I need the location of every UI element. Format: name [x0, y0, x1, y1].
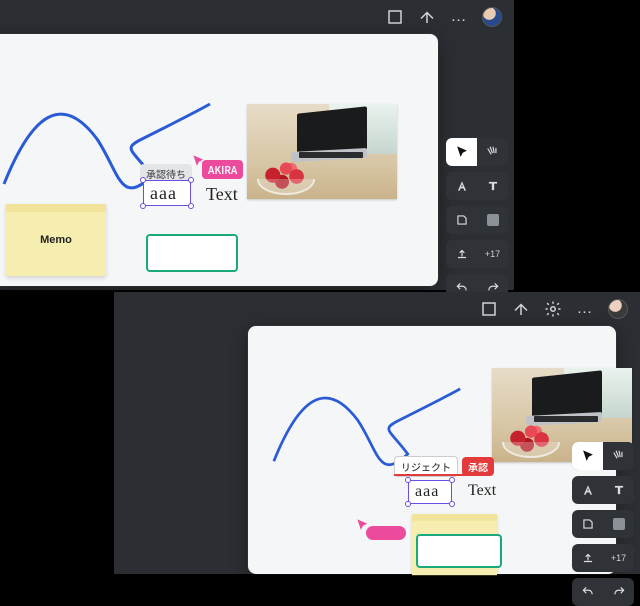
tool-row-share: +17 [446, 240, 508, 268]
text-tool[interactable] [477, 172, 508, 200]
share-icon[interactable] [418, 8, 436, 26]
tool-row-shape [446, 206, 508, 234]
top-bar: … [386, 0, 514, 34]
screenshot-top: … Memo 承認待ち AKIRA aaa Text [0, 0, 514, 290]
sticky-note[interactable]: Memo [6, 204, 106, 276]
more-tools[interactable]: +17 [477, 240, 508, 268]
tool-row-select [446, 138, 508, 166]
avatar[interactable] [482, 7, 502, 27]
upload-tool[interactable] [446, 240, 477, 268]
tool-row-share: +17 [572, 544, 634, 572]
undo-button[interactable] [572, 578, 603, 606]
text-object[interactable]: Text [206, 184, 238, 205]
more-icon[interactable]: … [450, 8, 468, 26]
text-tool[interactable] [603, 476, 634, 504]
fill-tool[interactable] [477, 206, 508, 234]
shape-rectangle[interactable] [416, 534, 502, 568]
shape-rectangle[interactable] [146, 234, 238, 272]
hand-tool[interactable] [603, 442, 634, 470]
canvas-area[interactable]: Memo リジェクト 承認 aaa Text [248, 326, 616, 574]
tool-row-shape [572, 510, 634, 538]
select-tool[interactable] [572, 442, 603, 470]
shape-tool[interactable] [572, 510, 603, 538]
shape-tool[interactable] [446, 206, 477, 234]
select-tool[interactable] [446, 138, 477, 166]
tool-panel: +17 [572, 442, 634, 606]
textbox-selected[interactable]: aaa [143, 180, 191, 206]
textbox-value: aaa [415, 483, 439, 501]
annotation-underline [394, 474, 472, 476]
text-object[interactable]: Text [468, 482, 496, 500]
tool-row-select [572, 442, 634, 470]
redo-button[interactable] [603, 578, 634, 606]
avatar[interactable] [608, 299, 628, 319]
user-pill [366, 526, 406, 540]
user-badge: AKIRA [202, 160, 243, 179]
frame-icon[interactable] [386, 8, 404, 26]
canvas-area[interactable]: Memo 承認待ち AKIRA aaa Text [0, 34, 438, 286]
font-tool[interactable] [446, 172, 477, 200]
share-icon[interactable] [512, 300, 530, 318]
fill-tool[interactable] [603, 510, 634, 538]
tool-row-text [572, 476, 634, 504]
tool-row-text [446, 172, 508, 200]
top-bar: … [480, 292, 640, 326]
image-object[interactable] [247, 104, 397, 199]
font-tool[interactable] [572, 476, 603, 504]
tool-row-history [572, 578, 634, 606]
upload-tool[interactable] [572, 544, 603, 572]
textbox-selected[interactable]: aaa [408, 480, 452, 504]
screenshot-bottom: … Memo リジェクト 承認 aaa Text [114, 292, 640, 574]
hand-tool[interactable] [477, 138, 508, 166]
settings-icon[interactable] [544, 300, 562, 318]
frame-icon[interactable] [480, 300, 498, 318]
textbox-value: aaa [150, 183, 177, 204]
more-icon[interactable]: … [576, 300, 594, 318]
more-tools[interactable]: +17 [603, 544, 634, 572]
tool-panel: +17 [446, 138, 508, 302]
sticky-note-text: Memo [40, 234, 72, 246]
